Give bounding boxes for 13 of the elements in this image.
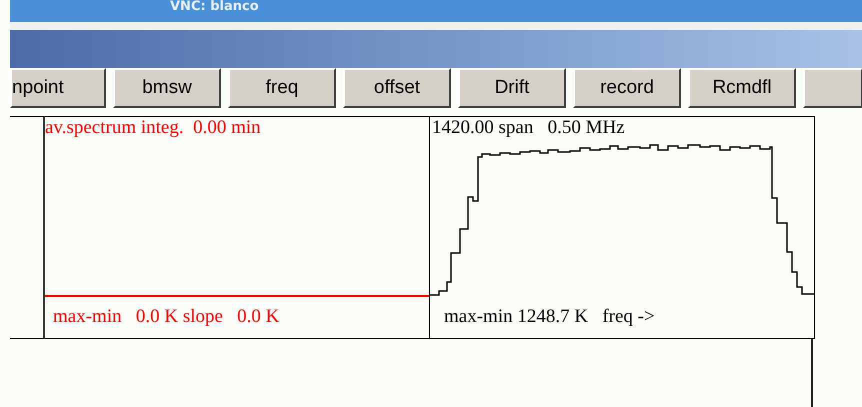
integration-header: av.spectrum integ. 0.00 min	[45, 117, 262, 139]
toolbar-button[interactable]	[803, 68, 862, 108]
spectrum-footer: max-min 1248.7 K freq ->	[436, 298, 655, 338]
toolbar-button[interactable]: freq	[228, 68, 336, 108]
toolbar-button[interactable]: Drift	[458, 68, 566, 108]
window-title: VNC: blanco	[170, 0, 259, 14]
toolbar-button[interactable]: bmsw	[113, 68, 221, 108]
integration-footer: max-min 0.0 K slope 0.0 K	[45, 298, 429, 338]
spectrum-header: 1420.00 span 0.50 MHz	[432, 117, 625, 139]
toolbar-button[interactable]: offset	[343, 68, 451, 108]
toolbar-button[interactable]: npoint	[10, 68, 106, 108]
toolbar-button[interactable]: Rcmdfl	[688, 68, 796, 108]
toolbar-button[interactable]: record	[573, 68, 681, 108]
